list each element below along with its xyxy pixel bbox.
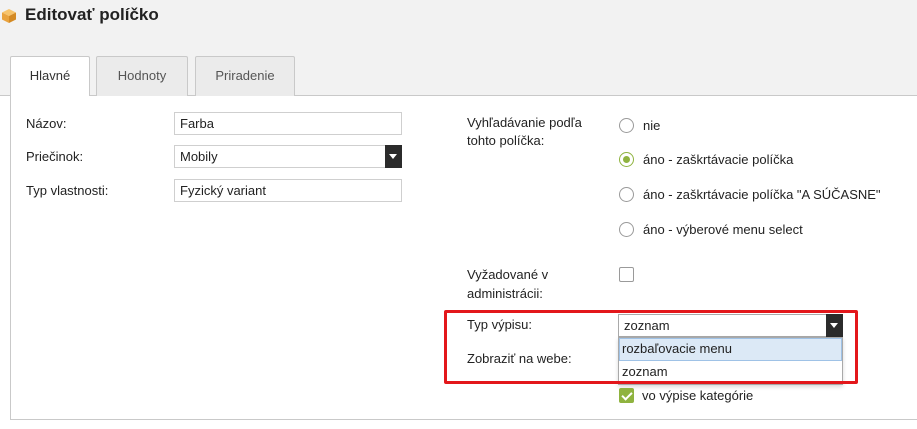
search-radio-checkboxes[interactable] xyxy=(619,152,634,167)
page-header: Editovať políčko xyxy=(0,0,917,34)
folder-value: Mobily xyxy=(180,149,218,164)
search-radio-select-menu[interactable] xyxy=(619,222,634,237)
property-type-value: Fyzický variant xyxy=(180,183,266,198)
category-listing-checkbox[interactable] xyxy=(619,388,634,403)
category-listing-label: vo výpise kategórie xyxy=(642,388,754,403)
chevron-down-icon[interactable] xyxy=(385,145,402,168)
page-title: Editovať políčko xyxy=(25,5,159,24)
property-type-label: Typ vlastnosti: xyxy=(26,183,109,198)
search-option-checkboxes-label: áno - zaškrtávacie políčka xyxy=(643,152,794,167)
tab-hlavne[interactable]: Hlavné xyxy=(10,56,90,97)
search-label: Vyhľadávanie podľa tohto políčka: xyxy=(467,114,582,150)
required-label: Vyžadované v administrácii: xyxy=(467,265,548,303)
property-type-input[interactable]: Fyzický variant xyxy=(174,179,402,202)
search-option-nie-label: nie xyxy=(643,118,661,133)
required-label-line1: Vyžadované v xyxy=(467,267,549,282)
search-radio-checkboxes-and[interactable] xyxy=(619,187,634,202)
tab-hodnoty[interactable]: Hodnoty xyxy=(96,56,188,96)
tab-bar: Hlavné Hodnoty Priradenie xyxy=(0,34,917,97)
search-label-line2: tohto políčka: xyxy=(467,133,545,148)
name-value: Farba xyxy=(180,116,214,131)
search-option-select-menu-label: áno - výberové menu select xyxy=(643,222,803,237)
search-radio-nie[interactable] xyxy=(619,118,634,133)
required-checkbox[interactable] xyxy=(619,267,634,282)
name-label: Názov: xyxy=(26,116,67,131)
package-box-icon xyxy=(2,9,16,23)
search-label-line1: Vyhľadávanie podľa xyxy=(467,115,582,130)
folder-select[interactable]: Mobily xyxy=(174,145,402,168)
search-option-checkboxes-and-label: áno - zaškrtávacie políčka "A SÚČASNE" xyxy=(643,187,881,202)
highlight-box xyxy=(444,310,858,384)
folder-label: Priečinok: xyxy=(26,149,84,164)
name-input[interactable]: Farba xyxy=(174,112,402,135)
tab-priradenie[interactable]: Priradenie xyxy=(195,56,295,96)
required-label-line2: administrácii: xyxy=(467,286,543,301)
